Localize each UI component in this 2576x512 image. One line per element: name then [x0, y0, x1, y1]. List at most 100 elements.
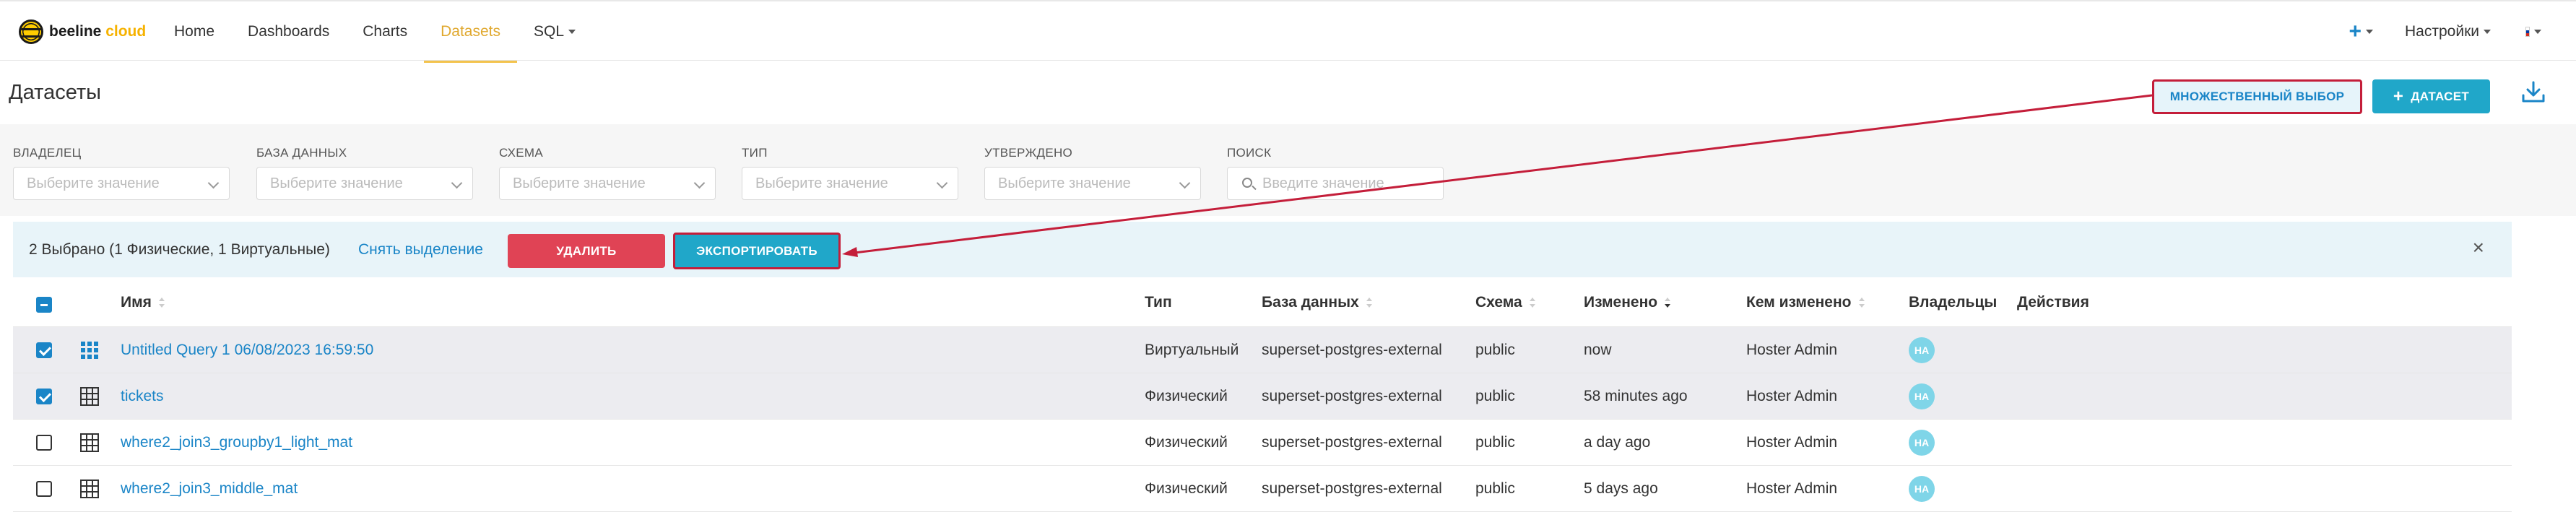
dataset-type: Виртуальный: [1145, 342, 1239, 358]
dataset-database: superset-postgres-external: [1262, 342, 1442, 358]
dataset-modified-by: Hoster Admin: [1746, 388, 1838, 404]
certified-select[interactable]: Выберите значение: [984, 167, 1201, 200]
virtual-dataset-icon: [81, 342, 98, 359]
column-schema[interactable]: Схема: [1475, 294, 1535, 311]
table-row[interactable]: tickets Физический superset-postgres-ext…: [13, 373, 2512, 420]
dataset-modified: now: [1584, 342, 1612, 358]
dataset-modified: 58 minutes ago: [1584, 388, 1688, 404]
add-dataset-button[interactable]: + ДАТАСЕТ: [2372, 79, 2490, 113]
download-icon[interactable]: [2519, 78, 2548, 107]
chevron-down-icon: [693, 177, 706, 189]
type-select[interactable]: Выберите значение: [742, 167, 958, 200]
settings-menu[interactable]: Настройки: [2405, 23, 2491, 40]
table-row[interactable]: where2_join3_middle_mat Физический super…: [13, 466, 2512, 512]
sort-desc-icon: [1665, 298, 1671, 308]
beeline-logo-icon: [19, 19, 43, 44]
chevron-down-icon: [568, 30, 576, 34]
nav-charts[interactable]: Charts: [346, 1, 424, 62]
dataset-modified-by: Hoster Admin: [1746, 434, 1838, 451]
filter-search: ПОИСК Введите значение: [1227, 146, 1444, 200]
delete-button[interactable]: УДАЛИТЬ: [508, 234, 665, 268]
new-menu-button[interactable]: +: [2349, 19, 2374, 44]
column-modified[interactable]: Изменено: [1584, 294, 1671, 311]
schema-select[interactable]: Выберите значение: [499, 167, 716, 200]
dataset-schema: public: [1475, 342, 1515, 358]
avatar[interactable]: HA: [1909, 476, 1935, 502]
dataset-schema: public: [1475, 480, 1515, 497]
plus-icon: +: [2393, 86, 2404, 106]
dataset-database: superset-postgres-external: [1262, 480, 1442, 497]
column-name[interactable]: Имя: [121, 294, 165, 311]
sort-icon: [1529, 298, 1535, 308]
table-row[interactable]: Untitled Query 1 06/08/2023 16:59:50 Вир…: [13, 327, 2512, 373]
dataset-schema: public: [1475, 388, 1515, 404]
database-select[interactable]: Выберите значение: [256, 167, 473, 200]
dataset-modified: 5 days ago: [1584, 480, 1658, 497]
filter-type: ТИП Выберите значение: [742, 146, 958, 200]
chevron-down-icon: [1179, 177, 1191, 189]
column-owners: Владельцы: [1909, 294, 1998, 311]
dataset-database: superset-postgres-external: [1262, 388, 1442, 404]
avatar[interactable]: HA: [1909, 383, 1935, 409]
plus-icon: +: [2349, 19, 2362, 43]
avatar[interactable]: HA: [1909, 430, 1935, 456]
nav-sql[interactable]: SQL: [517, 1, 592, 62]
table-dataset-icon: [80, 387, 99, 406]
dataset-schema: public: [1475, 434, 1515, 451]
search-icon: [1242, 178, 1252, 188]
filter-schema: СХЕМА Выберите значение: [499, 146, 716, 200]
search-input[interactable]: Введите значение: [1227, 167, 1444, 200]
dataset-name-link[interactable]: where2_join3_middle_mat: [121, 480, 298, 498]
selection-summary: 2 Выбрано (1 Физические, 1 Виртуальные): [29, 241, 330, 258]
table-dataset-icon: [80, 480, 99, 498]
dataset-modified-by: Hoster Admin: [1746, 342, 1838, 358]
row-checkbox[interactable]: [36, 342, 52, 358]
table-row[interactable]: where2_join3_groupby1_light_mat Физическ…: [13, 420, 2512, 466]
chevron-down-icon: [451, 177, 463, 189]
table-dataset-icon: [80, 433, 99, 452]
dataset-database: superset-postgres-external: [1262, 434, 1442, 451]
column-actions: Действия: [2017, 294, 2089, 311]
select-all-checkbox[interactable]: [36, 297, 52, 313]
brand-name: beeline cloud: [49, 23, 147, 40]
export-button[interactable]: ЭКСПОРТИРОВАТЬ: [673, 233, 841, 269]
bulk-actions-bar: 2 Выбрано (1 Физические, 1 Виртуальные) …: [13, 222, 2512, 277]
row-checkbox[interactable]: [36, 435, 52, 451]
chevron-down-icon: [936, 177, 948, 189]
row-checkbox[interactable]: [36, 389, 52, 404]
filter-owner: ВЛАДЕЛЕЦ Выберите значение: [13, 146, 230, 200]
owner-select[interactable]: Выберите значение: [13, 167, 230, 200]
nav-datasets[interactable]: Datasets: [424, 1, 517, 63]
chevron-down-icon: [2484, 30, 2491, 34]
nav-right: + Настройки: [2349, 1, 2576, 62]
nav-dashboards[interactable]: Dashboards: [231, 1, 346, 62]
dataset-name-link[interactable]: Untitled Query 1 06/08/2023 16:59:50: [121, 342, 373, 359]
dataset-name-link[interactable]: tickets: [121, 388, 164, 405]
page-title: Датасеты: [9, 81, 102, 104]
chevron-down-icon: [2366, 30, 2374, 34]
dataset-name-link[interactable]: where2_join3_groupby1_light_mat: [121, 434, 352, 451]
close-icon[interactable]: ×: [2473, 236, 2484, 259]
dataset-modified-by: Hoster Admin: [1746, 480, 1838, 497]
brand-logo[interactable]: beeline cloud: [19, 17, 146, 46]
dataset-type: Физический: [1145, 480, 1228, 497]
filter-certified: УТВЕРЖДЕНО Выберите значение: [984, 146, 1201, 200]
column-modified-by[interactable]: Кем изменено: [1746, 294, 1865, 311]
language-selector[interactable]: [2525, 27, 2541, 38]
dataset-type: Физический: [1145, 388, 1228, 404]
deselect-all-link[interactable]: Снять выделение: [358, 241, 483, 259]
sort-icon: [1366, 298, 1372, 308]
chevron-down-icon: [2534, 30, 2541, 34]
filters-panel: ВЛАДЕЛЕЦ Выберите значение БАЗА ДАННЫХ В…: [0, 124, 2576, 216]
avatar[interactable]: HA: [1909, 337, 1935, 363]
row-checkbox[interactable]: [36, 481, 52, 497]
column-type: Тип: [1145, 294, 1172, 311]
bulk-select-button[interactable]: МНОЖЕСТВЕННЫЙ ВЫБОР: [2152, 79, 2362, 114]
russian-flag-icon: [2525, 27, 2530, 37]
column-database[interactable]: База данных: [1262, 294, 1372, 311]
dataset-modified: a day ago: [1584, 434, 1651, 451]
nav-home[interactable]: Home: [157, 1, 231, 62]
dataset-type: Физический: [1145, 434, 1228, 451]
sort-icon: [158, 298, 165, 308]
sort-icon: [1858, 298, 1865, 308]
